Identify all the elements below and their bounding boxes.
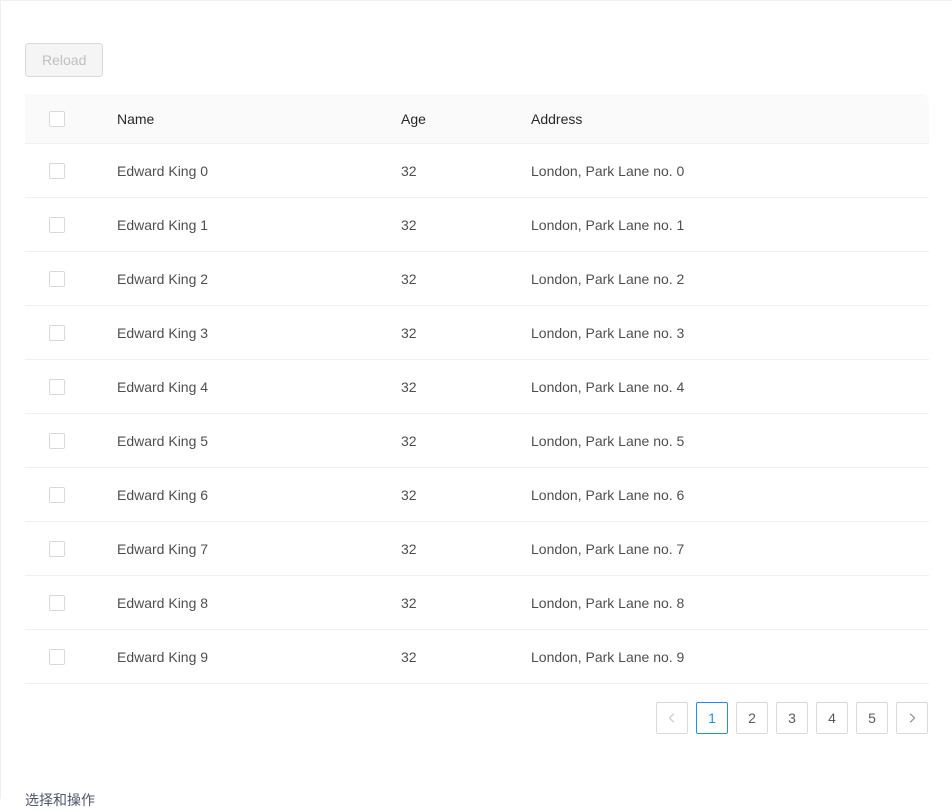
data-table: Name Age Address Edward King 0 32 London, …	[25, 94, 929, 685]
row-checkbox[interactable]	[49, 325, 65, 342]
cell-address: London, Park Lane no. 6	[515, 467, 929, 523]
row-select-cell	[25, 143, 101, 199]
cell-address: London, Park Lane no. 4	[515, 359, 929, 415]
reload-button[interactable]: Reload	[25, 43, 104, 77]
cell-age: 32	[385, 467, 515, 523]
cell-address: London, Park Lane no. 9	[515, 629, 929, 685]
pagination-page-2[interactable]: 2	[736, 702, 768, 734]
cell-address: London, Park Lane no. 5	[515, 413, 929, 469]
row-select-cell	[25, 197, 101, 253]
table-row[interactable]: Edward King 1 32 London, Park Lane no. 1	[25, 197, 929, 253]
cell-address: London, Park Lane no. 7	[515, 521, 929, 577]
row-select-cell	[25, 575, 101, 631]
row-select-cell	[25, 467, 101, 523]
cell-address: London, Park Lane no. 0	[515, 143, 929, 199]
cell-name: Edward King 2	[101, 251, 385, 307]
table-row[interactable]: Edward King 0 32 London, Park Lane no. 0	[25, 143, 929, 199]
row-checkbox[interactable]	[49, 487, 65, 504]
row-select-cell	[25, 359, 101, 415]
row-checkbox[interactable]	[49, 595, 65, 612]
table-header-row: Name Age Address	[25, 94, 929, 145]
row-select-cell	[25, 413, 101, 469]
row-select-cell	[25, 521, 101, 577]
cell-name: Edward King 1	[101, 197, 385, 253]
table-toolbar: Reload	[25, 43, 104, 77]
cell-age: 32	[385, 197, 515, 253]
cell-age: 32	[385, 575, 515, 631]
row-checkbox[interactable]	[49, 271, 65, 288]
cell-age: 32	[385, 413, 515, 469]
header-cell-name[interactable]: Name	[101, 94, 385, 145]
pagination-next-button[interactable]	[896, 702, 928, 734]
row-checkbox[interactable]	[49, 541, 65, 558]
table-row[interactable]: Edward King 9 32 London, Park Lane no. 9	[25, 629, 929, 685]
cell-name: Edward King 8	[101, 575, 385, 631]
pagination-page-1[interactable]: 1	[696, 702, 728, 734]
table-body: Edward King 0 32 London, Park Lane no. 0 Ed…	[25, 143, 929, 685]
table-row[interactable]: Edward King 5 32 London, Park Lane no. 5	[25, 413, 929, 469]
cell-name: Edward King 5	[101, 413, 385, 469]
cell-age: 32	[385, 143, 515, 199]
header-cell-address[interactable]: Address	[515, 94, 929, 145]
cell-age: 32	[385, 359, 515, 415]
cell-age: 32	[385, 629, 515, 685]
cell-address: London, Park Lane no. 1	[515, 197, 929, 253]
footer-caption: 选择和操作	[25, 792, 95, 808]
page-root: Reload Name Age Address Edward King 0 32 L…	[0, 0, 952, 808]
chevron-left-icon	[668, 713, 675, 723]
pagination: 12345	[656, 702, 928, 734]
row-select-cell	[25, 629, 101, 685]
cell-age: 32	[385, 521, 515, 577]
cell-address: London, Park Lane no. 8	[515, 575, 929, 631]
table-row[interactable]: Edward King 4 32 London, Park Lane no. 4	[25, 359, 929, 415]
cell-name: Edward King 9	[101, 629, 385, 685]
cell-name: Edward King 6	[101, 467, 385, 523]
cell-name: Edward King 7	[101, 521, 385, 577]
table-row[interactable]: Edward King 7 32 London, Park Lane no. 7	[25, 521, 929, 577]
cell-name: Edward King 3	[101, 305, 385, 361]
table-row[interactable]: Edward King 8 32 London, Park Lane no. 8	[25, 575, 929, 631]
cell-age: 32	[385, 251, 515, 307]
row-checkbox[interactable]	[49, 379, 65, 396]
row-select-cell	[25, 251, 101, 307]
pagination-page-3[interactable]: 3	[776, 702, 808, 734]
cell-address: London, Park Lane no. 2	[515, 251, 929, 307]
row-checkbox[interactable]	[49, 433, 65, 450]
select-all-checkbox[interactable]	[49, 111, 65, 128]
header-cell-select	[25, 94, 101, 145]
pagination-page-4[interactable]: 4	[816, 702, 848, 734]
cell-address: London, Park Lane no. 3	[515, 305, 929, 361]
table-row[interactable]: Edward King 6 32 London, Park Lane no. 6	[25, 467, 929, 523]
row-checkbox[interactable]	[49, 217, 65, 234]
cell-age: 32	[385, 305, 515, 361]
chevron-right-icon	[909, 713, 916, 723]
row-select-cell	[25, 305, 101, 361]
cell-name: Edward King 4	[101, 359, 385, 415]
cell-name: Edward King 0	[101, 143, 385, 199]
row-checkbox[interactable]	[49, 649, 65, 666]
table-header: Name Age Address	[25, 94, 929, 145]
pagination-prev-button[interactable]	[656, 702, 688, 734]
pagination-page-5[interactable]: 5	[856, 702, 888, 734]
table-row[interactable]: Edward King 2 32 London, Park Lane no. 2	[25, 251, 929, 307]
table-row[interactable]: Edward King 3 32 London, Park Lane no. 3	[25, 305, 929, 361]
header-cell-age[interactable]: Age	[385, 94, 515, 145]
row-checkbox[interactable]	[49, 163, 65, 180]
data-table-container: Name Age Address Edward King 0 32 London, …	[25, 94, 929, 685]
